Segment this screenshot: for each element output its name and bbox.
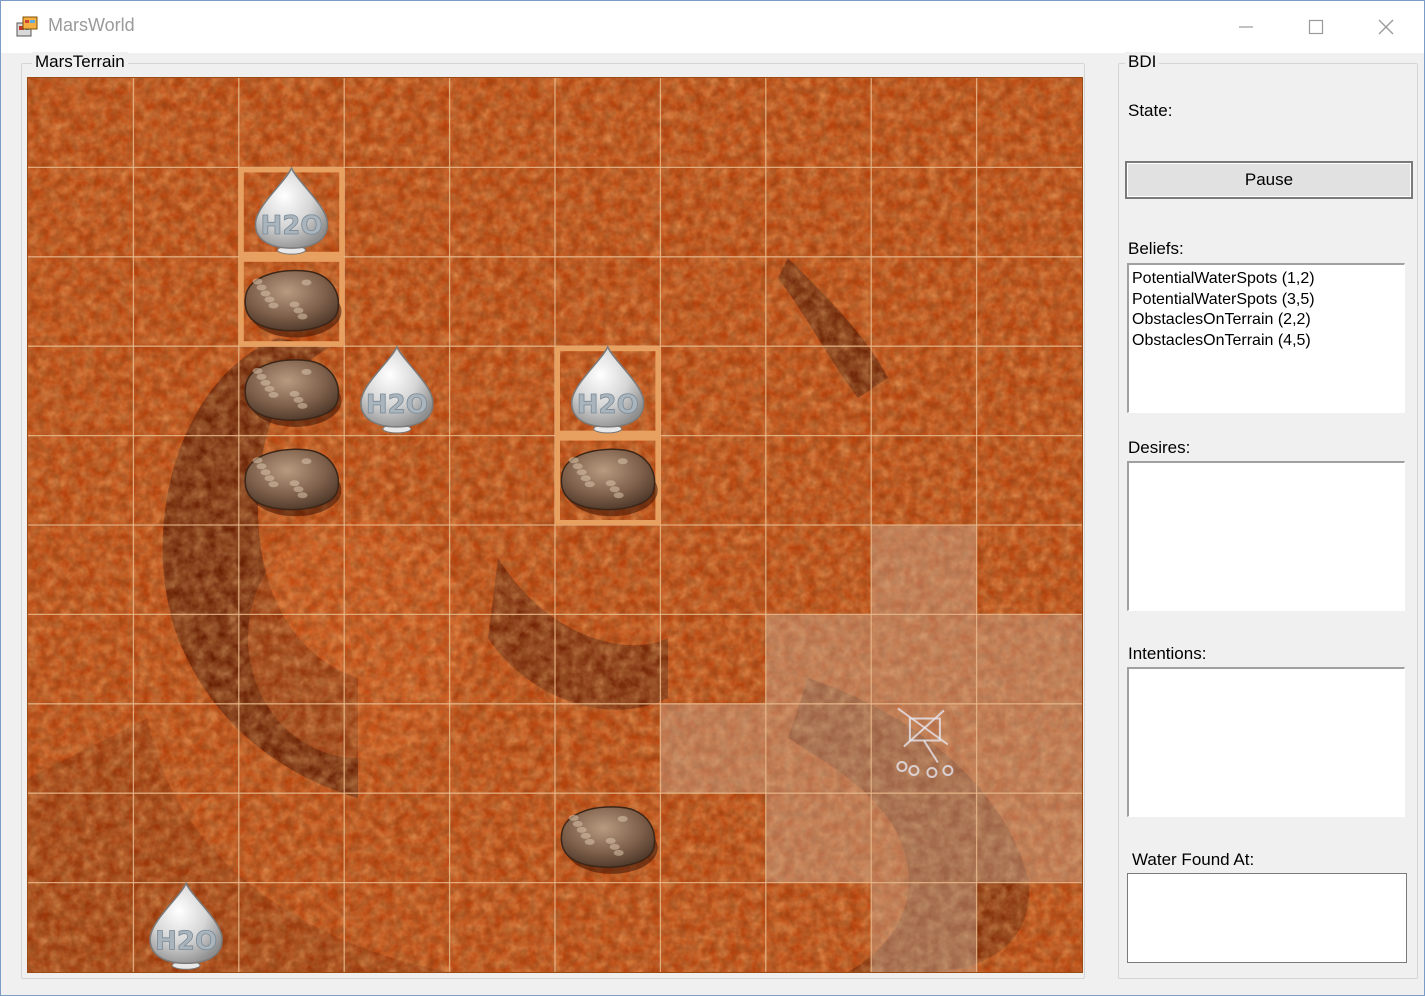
rock-speckle bbox=[580, 832, 591, 839]
rock-speckle bbox=[617, 815, 628, 822]
rock-speckle bbox=[260, 290, 271, 297]
rock-speckle bbox=[293, 486, 304, 493]
water-drop-label: H2O bbox=[155, 926, 217, 956]
explored-cell bbox=[660, 703, 766, 794]
rock-speckle bbox=[289, 390, 300, 397]
minimize-button[interactable] bbox=[1211, 1, 1281, 53]
rock-speckle bbox=[613, 492, 624, 499]
rock-speckle bbox=[301, 279, 312, 286]
rock-speckle bbox=[268, 391, 279, 398]
close-icon bbox=[1378, 19, 1394, 35]
water-drop-label: H2O bbox=[261, 211, 323, 241]
rock-speckle bbox=[268, 302, 279, 309]
rock-speckle bbox=[256, 373, 267, 380]
beliefs-item[interactable]: PotentialWaterSpots (3,5) bbox=[1132, 290, 1401, 311]
rock-speckle bbox=[264, 296, 275, 303]
explored-cell bbox=[871, 614, 977, 704]
terrain-canvas[interactable]: H2O H2O H2O H2O bbox=[28, 78, 1082, 972]
maximize-button[interactable] bbox=[1281, 1, 1351, 53]
title-bar[interactable]: MarsWorld bbox=[1, 1, 1424, 53]
beliefs-label: Beliefs: bbox=[1128, 239, 1184, 258]
explored-cell bbox=[871, 882, 977, 972]
water-drop-label: H2O bbox=[366, 390, 428, 420]
rock-speckle bbox=[605, 837, 616, 844]
rock-speckle bbox=[609, 486, 620, 493]
beliefs-item[interactable]: PotentialWaterSpots (1,2) bbox=[1132, 269, 1401, 290]
close-button[interactable] bbox=[1351, 1, 1421, 53]
rock-icon bbox=[560, 448, 658, 517]
rock-speckle bbox=[297, 492, 308, 499]
explored-cell bbox=[976, 793, 1082, 883]
rock-icon bbox=[244, 448, 342, 517]
rock-speckle bbox=[568, 457, 579, 464]
rock-speckle bbox=[576, 469, 587, 476]
explored-cell bbox=[871, 525, 977, 615]
rock-icon bbox=[244, 359, 342, 427]
rock-speckle bbox=[576, 826, 587, 833]
mars-terrain-group-label: MarsTerrain bbox=[32, 52, 128, 72]
maximize-icon bbox=[1308, 19, 1324, 35]
beliefs-item[interactable]: ObstaclesOnTerrain (4,5) bbox=[1132, 331, 1401, 352]
rock-speckle bbox=[256, 463, 267, 470]
rock-speckle bbox=[605, 480, 616, 487]
app-window: MarsWorld MarsTerrain H2O H2O H2O H2O BD… bbox=[0, 0, 1425, 996]
window-title: MarsWorld bbox=[48, 15, 135, 35]
rock-speckle bbox=[584, 838, 595, 845]
explored-cell bbox=[871, 703, 977, 794]
minimize-icon bbox=[1239, 26, 1253, 28]
rock-speckle bbox=[613, 849, 624, 856]
water-drop-label: H2O bbox=[577, 390, 639, 420]
desires-label: Desires: bbox=[1128, 438, 1191, 457]
explored-cell bbox=[765, 793, 872, 883]
rock-speckle bbox=[293, 307, 304, 314]
intentions-label: Intentions: bbox=[1128, 644, 1207, 663]
rock-speckle bbox=[572, 820, 583, 827]
desires-list[interactable] bbox=[1127, 461, 1405, 611]
rock-speckle bbox=[264, 475, 275, 482]
mars-terrain-grid[interactable]: H2O H2O H2O H2O bbox=[27, 77, 1083, 973]
rock-icon bbox=[560, 806, 658, 874]
water-found-label: Water Found At: bbox=[1132, 850, 1255, 869]
explored-cell bbox=[976, 614, 1082, 704]
rock-speckle bbox=[252, 367, 263, 374]
rock-speckle bbox=[256, 284, 267, 291]
rock-speckle bbox=[252, 457, 263, 464]
beliefs-list[interactable]: PotentialWaterSpots (1,2) PotentialWaterS… bbox=[1127, 263, 1405, 413]
water-found-list[interactable] bbox=[1127, 873, 1407, 963]
rock-speckle bbox=[609, 843, 620, 850]
rock-speckle bbox=[580, 475, 591, 482]
rock-speckle bbox=[617, 458, 628, 465]
rock-speckle bbox=[252, 278, 263, 285]
rock-speckle bbox=[289, 301, 300, 308]
rock-speckle bbox=[301, 368, 312, 375]
rock-speckle bbox=[297, 313, 308, 320]
beliefs-item[interactable]: ObstaclesOnTerrain (2,2) bbox=[1132, 310, 1401, 331]
rock-speckle bbox=[301, 458, 312, 465]
rock-speckle bbox=[572, 463, 583, 470]
rock-speckle bbox=[260, 379, 271, 386]
pause-button[interactable]: Pause bbox=[1125, 161, 1413, 199]
rock-speckle bbox=[297, 402, 308, 409]
explored-cell bbox=[976, 703, 1082, 794]
explored-cell bbox=[871, 793, 977, 883]
rock-speckle bbox=[293, 396, 304, 403]
app-icon bbox=[16, 16, 38, 37]
state-label: State: bbox=[1128, 101, 1173, 120]
rock-speckle bbox=[289, 480, 300, 487]
rock-speckle bbox=[264, 385, 275, 392]
rock-speckle bbox=[260, 469, 271, 476]
rock-speckle bbox=[268, 481, 279, 488]
explored-cell bbox=[765, 614, 872, 704]
bdi-group-label: BDI bbox=[1125, 52, 1160, 72]
rock-icon bbox=[244, 269, 342, 338]
rock-speckle bbox=[568, 814, 579, 821]
intentions-list[interactable] bbox=[1127, 667, 1405, 817]
rock-speckle bbox=[584, 481, 595, 488]
explored-cell bbox=[765, 703, 872, 794]
